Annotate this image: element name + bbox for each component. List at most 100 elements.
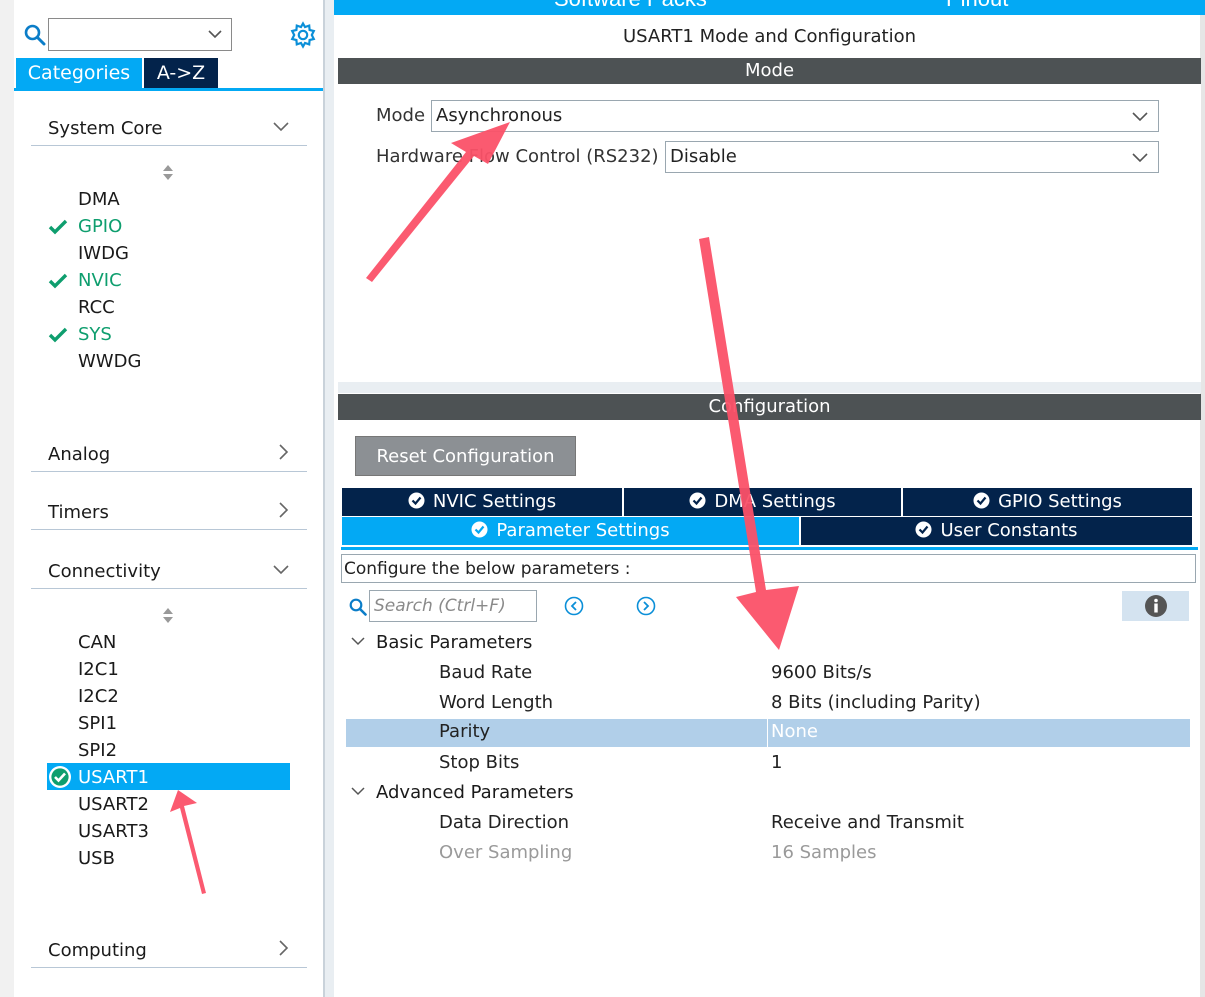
search-icon[interactable] [24,24,46,46]
left-scrollbar[interactable] [0,0,14,997]
info-button[interactable] [1122,591,1189,621]
tree-item-spi1[interactable]: SPI1 [78,711,117,737]
section-label: Connectivity [48,561,161,582]
section-label: Timers [48,502,109,523]
param-row-word-length[interactable]: Word Length 8 Bits (including Parity) [346,690,1190,718]
chevron-down-icon[interactable] [351,637,365,646]
param-row-baud-rate[interactable]: Baud Rate 9600 Bits/s [346,660,1190,688]
info-icon [1145,595,1167,617]
param-row-parity[interactable]: Parity None [346,719,1190,747]
search-previous-icon[interactable] [564,596,584,616]
tab-underline [14,88,323,91]
search-next-icon[interactable] [636,596,656,616]
config-description: Configure the below parameters : [341,554,1196,583]
sort-arrows-icon[interactable] [162,608,174,623]
tree-item-rcc[interactable]: RCC [78,295,115,321]
tab-underline [341,547,1198,550]
tab-categories[interactable]: Categories [16,58,142,88]
parameter-search-input[interactable]: Search (Ctrl+F) [369,590,537,622]
tree-item-i2c1[interactable]: I2C1 [78,657,119,683]
param-name: Stop Bits [439,752,520,773]
check-icon [48,273,68,289]
param-value[interactable]: 9600 Bits/s [771,662,872,683]
param-name: Word Length [439,692,554,713]
section-label: Computing [48,940,147,961]
param-name: Over Sampling [439,842,573,863]
param-value[interactable]: 8 Bits (including Parity) [771,692,981,713]
group-label: Basic Parameters [376,632,533,653]
reset-configuration-button[interactable]: Reset Configuration [355,436,576,476]
category-search-combo[interactable] [48,18,232,51]
check-circle-icon [689,492,706,509]
tree-item-dma[interactable]: DMA [78,187,120,213]
cell-divider [767,719,768,747]
tab-user-constants[interactable]: User Constants [801,517,1192,545]
param-row-stop-bits[interactable]: Stop Bits 1 [346,750,1190,778]
tab-parameter-settings[interactable]: Parameter Settings [342,517,799,545]
flow-control-label: Hardware Flow Control (RS232) [376,146,659,167]
chevron-right-icon[interactable] [279,444,289,460]
tree-item-i2c2[interactable]: I2C2 [78,684,119,710]
tree-item-usart3[interactable]: USART3 [78,819,149,845]
tab-a-to-z[interactable]: A->Z [144,58,218,88]
splitter[interactable] [338,382,1201,393]
tree-item-nvic[interactable]: NVIC [78,268,122,294]
param-value[interactable]: Receive and Transmit [771,812,964,833]
tab-software-packs[interactable]: Software Packs [554,0,707,12]
param-row-data-direction[interactable]: Data Direction Receive and Transmit [346,810,1190,838]
tree-item-sys[interactable]: SYS [78,322,112,348]
chevron-down-icon[interactable] [1132,153,1148,163]
check-circle-icon [408,492,425,509]
param-name: Baud Rate [439,662,533,683]
check-icon [48,327,68,343]
check-circle-icon [973,492,990,509]
chevron-down-icon[interactable] [273,122,289,132]
category-panel [0,0,325,997]
param-value[interactable]: 1 [771,752,782,773]
tab-pinout[interactable]: Pinout [946,0,1008,12]
section-computing[interactable]: Computing [31,938,307,968]
tree-item-usart1[interactable]: USART1 [78,765,149,791]
group-basic-parameters[interactable]: Basic Parameters [349,630,749,658]
chevron-right-icon[interactable] [279,940,289,956]
section-analog[interactable]: Analog [31,442,307,472]
chevron-down-icon[interactable] [208,30,222,39]
flow-control-select[interactable]: Disable [665,141,1159,173]
tab-nvic-settings[interactable]: NVIC Settings [342,488,622,516]
param-row-over-sampling: Over Sampling 16 Samples [346,840,1190,868]
tree-item-usb[interactable]: USB [78,846,115,872]
mode-label: Mode [376,105,426,126]
tab-label: DMA Settings [714,491,836,512]
top-toolbar: Software Packs Pinout [334,0,1205,15]
sort-arrows-icon[interactable] [162,165,174,180]
param-name: Data Direction [439,812,570,833]
tab-gpio-settings[interactable]: GPIO Settings [903,488,1192,516]
chevron-right-icon[interactable] [279,502,289,518]
tab-label: User Constants [940,520,1078,541]
section-timers[interactable]: Timers [31,500,307,530]
tree-item-can[interactable]: CAN [78,630,116,656]
tree-item-iwdg[interactable]: IWDG [78,241,129,267]
mode-header: Mode [338,58,1201,84]
check-circle-icon [49,766,71,788]
configuration-header: Configuration [338,394,1201,420]
panel-divider[interactable] [325,0,334,997]
mode-select[interactable]: Asynchronous [431,100,1159,132]
gear-icon[interactable] [289,21,317,49]
page-title: USART1 Mode and Configuration [622,26,917,47]
tree-item-usart2[interactable]: USART2 [78,792,149,818]
tree-item-spi2[interactable]: SPI2 [78,738,117,764]
section-connectivity[interactable]: Connectivity [31,559,307,589]
section-system-core[interactable]: System Core [31,116,307,146]
tree-item-gpio[interactable]: GPIO [78,214,122,240]
group-label: Advanced Parameters [376,782,574,803]
tab-dma-settings[interactable]: DMA Settings [624,488,901,516]
tab-label: Parameter Settings [496,520,670,541]
chevron-down-icon[interactable] [1132,112,1148,122]
param-value[interactable]: None [771,721,818,742]
tree-item-wwdg[interactable]: WWDG [78,349,141,375]
chevron-down-icon[interactable] [351,787,365,796]
check-circle-icon [471,521,488,538]
chevron-down-icon[interactable] [273,565,289,575]
group-advanced-parameters[interactable]: Advanced Parameters [349,780,749,808]
